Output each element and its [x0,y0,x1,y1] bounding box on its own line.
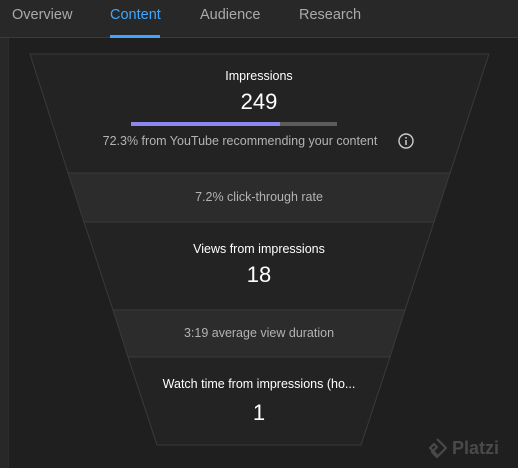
watch-time-value: 1 [252,400,266,425]
impressions-title: Impressions [225,69,293,83]
recommendation-progress-fill [131,122,280,126]
views-title: Views from impressions [193,242,325,256]
platzi-logo-icon [428,438,448,459]
analytics-panel: Overview Content Audience Research Impre… [0,0,518,468]
avg-duration-text: 3:19 average view duration [183,326,335,340]
impressions-value: 249 [240,89,278,114]
views-value: 18 [246,262,272,287]
watermark-text: Platzi [452,438,500,458]
recommendation-progress-bar [131,122,337,126]
platzi-watermark: Platzi [424,434,518,464]
ctr-text: 7.2% click-through rate [195,190,323,204]
watch-time-title: Watch time from impressions (ho... [162,377,356,391]
info-icon[interactable] [398,133,414,149]
recommendation-text: 72.3% from YouTube recommending your con… [102,134,378,148]
